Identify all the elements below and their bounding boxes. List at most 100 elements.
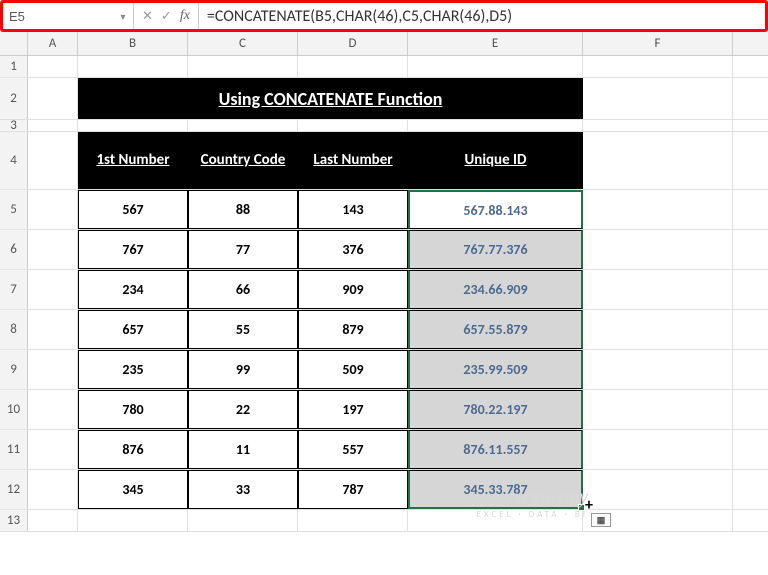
- col-header-f[interactable]: F: [583, 32, 733, 55]
- cell[interactable]: [188, 56, 298, 77]
- row-header-8[interactable]: 8: [0, 310, 28, 349]
- cell[interactable]: 376: [298, 230, 408, 269]
- cell[interactable]: 197: [298, 390, 408, 429]
- cell[interactable]: 143: [298, 190, 408, 229]
- cell[interactable]: [583, 310, 733, 349]
- cell[interactable]: 567: [78, 190, 188, 229]
- cell[interactable]: [583, 78, 733, 119]
- row-header-3[interactable]: 3: [0, 120, 28, 131]
- row-header-5[interactable]: 5: [0, 190, 28, 229]
- cell[interactable]: [188, 120, 298, 131]
- cell[interactable]: 88: [188, 190, 298, 229]
- cell[interactable]: [583, 350, 733, 389]
- row-header-7[interactable]: 7: [0, 270, 28, 309]
- cell[interactable]: [583, 132, 733, 189]
- cell[interactable]: 77: [188, 230, 298, 269]
- cell[interactable]: [28, 390, 78, 429]
- cell[interactable]: [298, 56, 408, 77]
- title-cell[interactable]: Using CONCATENATE Function: [78, 78, 583, 119]
- cell[interactable]: [28, 430, 78, 469]
- cell[interactable]: 234: [78, 270, 188, 309]
- fill-handle[interactable]: [578, 504, 585, 511]
- cell[interactable]: 345: [78, 470, 188, 509]
- cell[interactable]: 879: [298, 310, 408, 349]
- cell[interactable]: [28, 56, 78, 77]
- cell[interactable]: [28, 470, 78, 509]
- cell[interactable]: [28, 510, 78, 531]
- cell[interactable]: [583, 270, 733, 309]
- cell[interactable]: [28, 190, 78, 229]
- cell[interactable]: 11: [188, 430, 298, 469]
- cell[interactable]: [408, 56, 583, 77]
- row-header-2[interactable]: 2: [0, 78, 28, 119]
- cell[interactable]: 876: [78, 430, 188, 469]
- cell[interactable]: [583, 430, 733, 469]
- cell[interactable]: [28, 120, 78, 131]
- cell-e5-active[interactable]: 567.88.143: [408, 190, 583, 229]
- row-header-12[interactable]: 12: [0, 470, 28, 509]
- cell[interactable]: 657: [78, 310, 188, 349]
- cell[interactable]: [583, 56, 733, 77]
- fx-icon[interactable]: fx: [180, 8, 190, 24]
- cell[interactable]: [408, 510, 583, 531]
- row-header-11[interactable]: 11: [0, 430, 28, 469]
- cell-e12[interactable]: 345.33.787 + ▦: [408, 470, 583, 509]
- header-1st-number[interactable]: 1st Number: [78, 132, 188, 189]
- cell[interactable]: [28, 230, 78, 269]
- cell[interactable]: [188, 510, 298, 531]
- col-header-b[interactable]: B: [78, 32, 188, 55]
- row-header-1[interactable]: 1: [0, 56, 28, 77]
- header-last-number[interactable]: Last Number: [298, 132, 408, 189]
- cell[interactable]: [28, 350, 78, 389]
- cell[interactable]: 235: [78, 350, 188, 389]
- cell[interactable]: [78, 120, 188, 131]
- col-header-d[interactable]: D: [298, 32, 408, 55]
- cell[interactable]: [583, 470, 733, 509]
- cell[interactable]: 33: [188, 470, 298, 509]
- header-unique-id[interactable]: Unique ID: [408, 132, 583, 189]
- row-header-9[interactable]: 9: [0, 350, 28, 389]
- autofill-options-button[interactable]: ▦: [591, 513, 611, 527]
- name-box[interactable]: [3, 5, 113, 28]
- cell[interactable]: 22: [188, 390, 298, 429]
- cell[interactable]: 909: [298, 270, 408, 309]
- cell[interactable]: [408, 120, 583, 131]
- row-header-10[interactable]: 10: [0, 390, 28, 429]
- cell[interactable]: 780.22.197: [408, 390, 583, 429]
- header-country-code[interactable]: Country Code: [188, 132, 298, 189]
- cell[interactable]: 234.66.909: [408, 270, 583, 309]
- confirm-icon[interactable]: ✓: [161, 9, 172, 24]
- cancel-icon[interactable]: ✕: [142, 9, 153, 24]
- cell[interactable]: [28, 132, 78, 189]
- cell[interactable]: 55: [188, 310, 298, 349]
- row-header-4[interactable]: 4: [0, 132, 28, 189]
- cell[interactable]: 99: [188, 350, 298, 389]
- select-all-corner[interactable]: [0, 32, 28, 55]
- cell[interactable]: 657.55.879: [408, 310, 583, 349]
- cell[interactable]: 235.99.509: [408, 350, 583, 389]
- col-header-e[interactable]: E: [408, 32, 583, 55]
- cell[interactable]: [28, 270, 78, 309]
- cell[interactable]: [583, 230, 733, 269]
- cell[interactable]: [28, 78, 78, 119]
- row-header-6[interactable]: 6: [0, 230, 28, 269]
- name-box-dropdown[interactable]: ▾: [113, 10, 133, 23]
- cell[interactable]: 876.11.557: [408, 430, 583, 469]
- cell[interactable]: [78, 510, 188, 531]
- cell[interactable]: [583, 120, 733, 131]
- cell[interactable]: 780: [78, 390, 188, 429]
- col-header-a[interactable]: A: [28, 32, 78, 55]
- cell[interactable]: [298, 120, 408, 131]
- col-header-c[interactable]: C: [188, 32, 298, 55]
- cell[interactable]: [583, 190, 733, 229]
- cell[interactable]: 66: [188, 270, 298, 309]
- cell[interactable]: 509: [298, 350, 408, 389]
- row-header-13[interactable]: 13: [0, 510, 28, 531]
- cell[interactable]: 787: [298, 470, 408, 509]
- cell[interactable]: 767: [78, 230, 188, 269]
- cell[interactable]: [298, 510, 408, 531]
- cell[interactable]: [28, 310, 78, 349]
- formula-input[interactable]: =CONCATENATE(B5,CHAR(46),C5,CHAR(46),D5): [199, 3, 765, 29]
- cell[interactable]: 557: [298, 430, 408, 469]
- cell[interactable]: [78, 56, 188, 77]
